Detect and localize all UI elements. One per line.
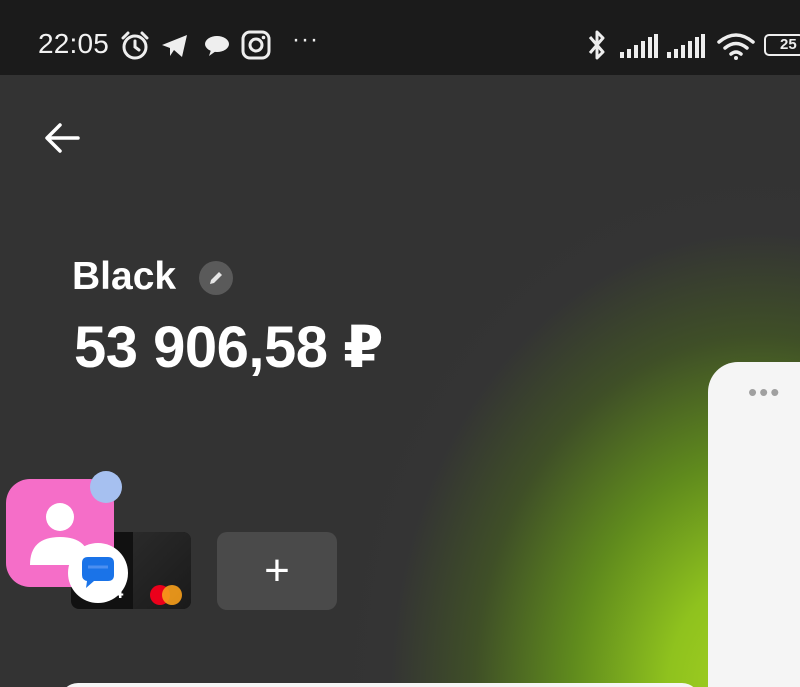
edit-name-button[interactable] (199, 261, 233, 295)
signal-icon (667, 34, 705, 58)
chat-bubble-icon (82, 557, 114, 588)
back-button[interactable] (40, 116, 84, 160)
notification-dot (90, 471, 122, 503)
side-panel[interactable]: ••• (708, 362, 800, 687)
account-name: Black (72, 255, 177, 298)
battery-level: 25 (780, 36, 797, 53)
add-card-button[interactable]: + (217, 532, 337, 610)
wifi-icon (717, 33, 755, 60)
instagram-icon (241, 30, 271, 60)
account-balance: 53 906,58 ₽ (74, 315, 384, 380)
status-bar: 22:05 ··· 25 (0, 0, 800, 75)
arrow-left-icon (45, 123, 80, 153)
mastercard-icon (150, 585, 182, 605)
alarm-icon (121, 31, 149, 60)
more-icon[interactable]: ••• (748, 379, 781, 405)
status-time: 22:05 (38, 28, 110, 59)
pencil-icon (210, 272, 222, 284)
more-dots-icon: ··· (292, 26, 319, 53)
bluetooth-icon (588, 30, 605, 60)
battery-icon: 25 (764, 34, 800, 56)
signal-icon (620, 34, 658, 58)
messages-icon[interactable] (68, 543, 128, 603)
screen: 22:05 ··· 25 Black 53 906,58 ₽ ••• + (0, 0, 800, 687)
bottom-sheet-edge (60, 683, 700, 687)
telegram-icon (162, 35, 187, 57)
chat-bubble-icon (205, 36, 229, 56)
